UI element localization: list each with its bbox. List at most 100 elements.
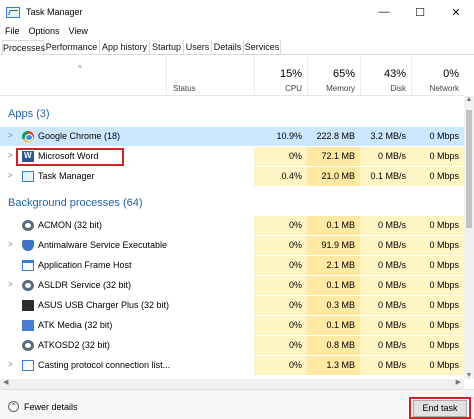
horizontal-scrollbar[interactable]: ◀ ▶ xyxy=(0,379,464,389)
memory-cell: 0.8 MB xyxy=(307,336,360,355)
vertical-scrollbar[interactable]: ▲ ▼ xyxy=(464,96,474,379)
fewer-details-label: Fewer details xyxy=(24,401,78,412)
process-row-atk-media[interactable]: ATK Media (32 bit) 0% 0.1 MB 0 MB/s 0 Mb… xyxy=(0,316,464,335)
scroll-thumb[interactable] xyxy=(466,110,472,228)
expand-chevron-icon[interactable]: > xyxy=(8,151,13,160)
menu-view[interactable]: View xyxy=(69,26,88,36)
word-icon xyxy=(22,151,34,162)
window-controls: — ☐ ✕ xyxy=(366,0,474,24)
menu-file[interactable]: File xyxy=(5,26,20,36)
disk-cell: 0 MB/s xyxy=(360,356,411,375)
disk-cell: 0 MB/s xyxy=(360,216,411,235)
scroll-left-icon[interactable]: ◀ xyxy=(3,378,8,386)
process-row-atkosd2[interactable]: ATKOSD2 (32 bit) 0% 0.8 MB 0 MB/s 0 Mbps xyxy=(0,336,464,355)
process-row-microsoft-word[interactable]: > Microsoft Word 0% 72.1 MB 0 MB/s 0 Mbp… xyxy=(0,147,464,166)
column-status-label: Status xyxy=(173,84,196,93)
tab-startup[interactable]: Startup xyxy=(150,40,184,55)
process-row-asldr-service[interactable]: > ASLDR Service (32 bit) 0% 0.1 MB 0 MB/… xyxy=(0,276,464,295)
network-total-percent: 0% xyxy=(443,68,459,80)
expand-chevron-icon[interactable]: > xyxy=(8,171,13,180)
tab-performance[interactable]: Performance xyxy=(44,40,100,55)
process-name: ASUS USB Charger Plus (32 bit) xyxy=(38,300,170,310)
scroll-down-icon[interactable]: ▼ xyxy=(464,372,474,379)
gear-icon xyxy=(22,280,34,291)
disk-cell: 3.2 MB/s xyxy=(370,131,406,141)
network-cell: 0 Mbps xyxy=(411,316,464,335)
network-cell: 0 Mbps xyxy=(411,336,464,355)
maximize-button[interactable]: ☐ xyxy=(402,0,438,24)
tab-app-history[interactable]: App history xyxy=(100,40,150,55)
column-header-status[interactable]: Status xyxy=(166,56,254,96)
cpu-cell: 0% xyxy=(254,147,307,166)
memory-total-percent: 65% xyxy=(332,68,355,80)
cpu-cell: 0% xyxy=(254,296,307,315)
expand-chevron-icon[interactable]: > xyxy=(8,280,13,289)
cpu-cell: 0% xyxy=(254,276,307,295)
tab-services[interactable]: Services xyxy=(244,40,281,55)
apps-group-header: Apps (3) xyxy=(8,108,50,120)
memory-cell: 0.3 MB xyxy=(307,296,360,315)
process-name: Antimalware Service Executable xyxy=(38,240,168,250)
disk-cell: 0 MB/s xyxy=(360,256,411,275)
end-task-button[interactable]: End task xyxy=(413,400,467,417)
expand-chevron-icon[interactable]: > xyxy=(8,240,13,249)
memory-cell: 222.8 MB xyxy=(316,131,355,141)
process-name: ASLDR Service (32 bit) xyxy=(38,280,132,290)
disk-cell: 0 MB/s xyxy=(360,296,411,315)
process-row-task-manager[interactable]: > Task Manager 0.4% 21.0 MB 0.1 MB/s 0 M… xyxy=(0,167,464,186)
cpu-cell: 10.9% xyxy=(276,131,302,141)
minimize-button[interactable]: — xyxy=(366,0,402,24)
fewer-details-link[interactable]: ⌃ Fewer details xyxy=(8,401,78,412)
memory-cell: 21.0 MB xyxy=(307,167,360,186)
column-header-cpu[interactable]: 15% CPU xyxy=(254,56,307,96)
cpu-total-percent: 15% xyxy=(279,68,302,80)
tab-strip: Processes Performance App history Startu… xyxy=(0,40,474,56)
network-cell: 0 Mbps xyxy=(411,356,464,375)
tab-details[interactable]: Details xyxy=(212,40,244,55)
memory-label: Memory xyxy=(326,84,355,93)
menu-options[interactable]: Options xyxy=(29,26,60,36)
memory-cell: 72.1 MB xyxy=(307,147,360,166)
disk-label: Disk xyxy=(390,84,406,93)
task-manager-icon xyxy=(6,6,20,18)
disk-cell: 0 MB/s xyxy=(360,236,411,255)
process-row-antimalware[interactable]: > Antimalware Service Executable 0% 91.9… xyxy=(0,236,464,255)
cpu-cell: 0% xyxy=(254,256,307,275)
network-cell: 0 Mbps xyxy=(429,131,459,141)
expand-chevron-icon[interactable]: > xyxy=(8,131,13,140)
asus-icon xyxy=(22,300,34,311)
tab-processes[interactable]: Processes xyxy=(2,40,45,56)
disk-total-percent: 43% xyxy=(383,68,406,80)
disk-cell: 0 MB/s xyxy=(360,276,411,295)
process-row-asus-usb-charger[interactable]: ASUS USB Charger Plus (32 bit) 0% 0.3 MB… xyxy=(0,296,464,315)
process-row-google-chrome[interactable]: > Google Chrome (18) 10.9% 222.8 MB 3.2 … xyxy=(0,127,464,146)
process-row-acmon[interactable]: ACMON (32 bit) 0% 0.1 MB 0 MB/s 0 Mbps xyxy=(0,216,464,235)
memory-cell: 1.3 MB xyxy=(307,356,360,375)
scroll-up-icon[interactable]: ▲ xyxy=(464,96,474,103)
close-button[interactable]: ✕ xyxy=(438,0,474,24)
menu-bar: File Options View xyxy=(0,23,97,39)
network-cell: 0 Mbps xyxy=(411,216,464,235)
network-label: Network xyxy=(429,84,459,93)
sort-up-icon: ^ xyxy=(78,64,82,73)
process-name: Casting protocol connection list... xyxy=(38,360,171,370)
column-header-disk[interactable]: 43% Disk xyxy=(360,56,411,96)
task-manager-icon xyxy=(22,171,34,182)
disk-cell: 0.1 MB/s xyxy=(360,167,411,186)
tab-users[interactable]: Users xyxy=(184,40,212,55)
process-row-casting-protocol[interactable]: > Casting protocol connection list... 0%… xyxy=(0,356,464,375)
gear-icon xyxy=(22,340,34,351)
column-header-network[interactable]: 0% Network xyxy=(411,56,464,96)
network-cell: 0 Mbps xyxy=(411,256,464,275)
network-cell: 0 Mbps xyxy=(411,167,464,186)
disk-cell: 0 MB/s xyxy=(360,336,411,355)
column-header-memory[interactable]: 65% Memory xyxy=(307,56,360,96)
expand-chevron-icon[interactable]: > xyxy=(8,360,13,369)
process-row-application-frame-host[interactable]: Application Frame Host 0% 2.1 MB 0 MB/s … xyxy=(0,256,464,275)
cpu-cell: 0.4% xyxy=(254,167,307,186)
cpu-label: CPU xyxy=(285,84,302,93)
chrome-icon xyxy=(22,131,34,142)
column-header-name[interactable]: ^ xyxy=(0,56,166,96)
process-name: ATKOSD2 (32 bit) xyxy=(38,340,110,350)
scroll-right-icon[interactable]: ▶ xyxy=(456,378,461,386)
